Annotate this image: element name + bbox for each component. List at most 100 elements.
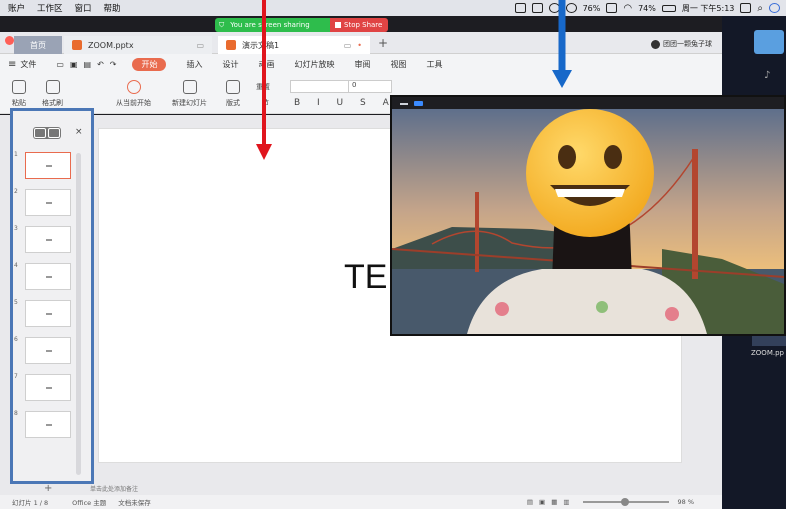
account-name: 团团一颗兔子球 [663,40,712,48]
save-icon[interactable]: ▣ [70,60,78,69]
network-speed: 76% [582,3,601,13]
thumb-number: 3 [14,225,18,232]
close-window-icon[interactable] [5,36,14,45]
avatar-icon [651,39,660,49]
thumbnail-view-icon [48,128,60,138]
tab-tools[interactable]: 工具 [426,59,442,70]
thumbnail-scrollbar[interactable] [76,153,81,475]
zoom-slider-knob[interactable] [621,498,630,506]
account[interactable]: 团团一颗兔子球 [651,39,712,49]
camera-icon[interactable] [531,3,543,13]
emoji-right-eye [604,145,622,169]
zoom-slider[interactable] [583,498,670,506]
blue-arrow-annotation [552,0,572,88]
new-tab-button[interactable]: + [378,36,388,50]
thumb-placeholder [46,165,52,167]
text-format-buttons[interactable]: B I U S A [294,98,396,108]
play-from-current-label: 从当前开始 [116,99,151,107]
menu-extras-icon[interactable] [740,3,752,13]
thumb-number: 1 [14,151,18,158]
screen-share-banner: ⛉ You are screen sharing Stop Share [215,18,388,32]
play-from-current-button[interactable]: 从当前开始 [116,80,151,108]
thumb-number: 8 [14,410,18,417]
siri-icon[interactable] [769,3,780,13]
print-icon[interactable]: ▤ [84,60,92,69]
open-folder-icon[interactable]: ▭ [56,60,64,69]
zoom-video-window[interactable] [390,95,786,336]
menu-help[interactable]: 帮助 [104,2,121,14]
slide-text[interactable]: TE [344,258,387,297]
font-size-select[interactable]: 0 [348,80,392,93]
thumb-number: 2 [14,188,18,195]
stop-icon [335,22,341,28]
smiley-emoji-icon [526,109,654,237]
undo-icon[interactable]: ↶ [97,60,104,69]
slide-thumbnail-panel: × 1 2 3 4 5 6 7 8 [10,108,94,484]
menu-file[interactable]: 文件 [20,59,36,70]
ppt-file-icon [72,40,82,50]
tab-monitor-icon: ▭ [196,40,204,50]
layout-label: 版式 [226,99,240,107]
layout-button[interactable]: 版式 [226,80,240,108]
panel-close-button[interactable]: × [75,127,83,137]
paste-button[interactable]: 粘贴 [12,80,26,108]
grid-icon[interactable] [606,3,618,13]
status-bar: 幻灯片 1 / 8 Office 主题 文档未保存 ▤▣▦▥ 98 % [0,495,722,509]
minimize-video-icon[interactable] [400,103,408,105]
stop-share-button[interactable]: Stop Share [330,18,388,32]
new-slide-icon [182,80,197,94]
zoom-icon[interactable] [514,3,526,13]
tab-home-label: 首页 [30,40,46,50]
shirt-flower-1 [495,302,509,316]
thumb-slide-7[interactable] [25,374,71,401]
thumb-slide-2[interactable] [25,189,71,216]
folder-icon[interactable] [754,30,784,54]
thumb-slide-4[interactable] [25,263,71,290]
thumb-slide-1[interactable] [25,152,71,179]
layout-icon [226,80,240,94]
theme-name: Office 主题 [72,499,107,507]
redo-icon[interactable]: ↷ [110,60,117,69]
font-name-select[interactable] [290,80,350,93]
thumb-placeholder [46,202,52,204]
thumb-slide-6[interactable] [25,337,71,364]
desktop-file-label[interactable]: ZOOM.pp [751,349,784,357]
thumb-placeholder [46,424,52,426]
thumb-slide-5[interactable] [25,300,71,327]
add-slide-button[interactable]: + [44,483,52,494]
bridge-tower-right [692,149,698,279]
thumb-slide-8[interactable] [25,411,71,438]
tab-slideshow[interactable]: 幻灯片放映 [294,59,334,70]
format-painter-button[interactable]: 格式刷 [42,80,63,108]
tab-view[interactable]: 视图 [390,59,406,70]
emoji-teeth [555,189,625,197]
tab-zoom-pptx[interactable]: ZOOM.pptx ▭ [64,36,212,54]
menu-account[interactable]: 账户 [8,2,25,14]
menu-window[interactable]: 窗口 [75,2,92,14]
menu-workspace[interactable]: 工作区 [37,2,63,14]
clock[interactable]: 周一 下午5:13 [682,3,735,14]
battery-icon[interactable] [661,4,676,12]
hamburger-icon[interactable]: ≡ [8,59,16,70]
wifi-icon[interactable]: ◠ [623,3,632,14]
tab-insert[interactable]: 插入 [186,59,202,70]
view-toggle[interactable] [33,127,61,139]
tab-review[interactable]: 审阅 [354,59,370,70]
tab-document[interactable]: 演示文稿1 ▭ • [218,36,370,54]
tab-start[interactable]: 开始 [132,57,167,71]
tab-home[interactable]: 首页 [14,36,62,54]
tab-design[interactable]: 设计 [222,59,238,70]
search-icon[interactable]: ⌕ [757,3,763,14]
new-slide-button[interactable]: 新建幻灯片 [172,80,207,108]
notes-placeholder[interactable]: 单击此处添加备注 [90,484,138,493]
thumb-number: 7 [14,373,18,380]
tab-zoom-label: ZOOM.pptx [88,40,134,50]
stop-share-label: Stop Share [344,21,383,29]
shirt-flower-2 [665,307,679,321]
font-size-value: 0 [352,81,357,89]
thumb-slide-3[interactable] [25,226,71,253]
video-view-icon[interactable] [414,101,423,106]
view-mode-icons[interactable]: ▤▣▦▥ [527,498,576,506]
battery-percent: 74% [638,3,656,13]
thumb-placeholder [46,239,52,241]
